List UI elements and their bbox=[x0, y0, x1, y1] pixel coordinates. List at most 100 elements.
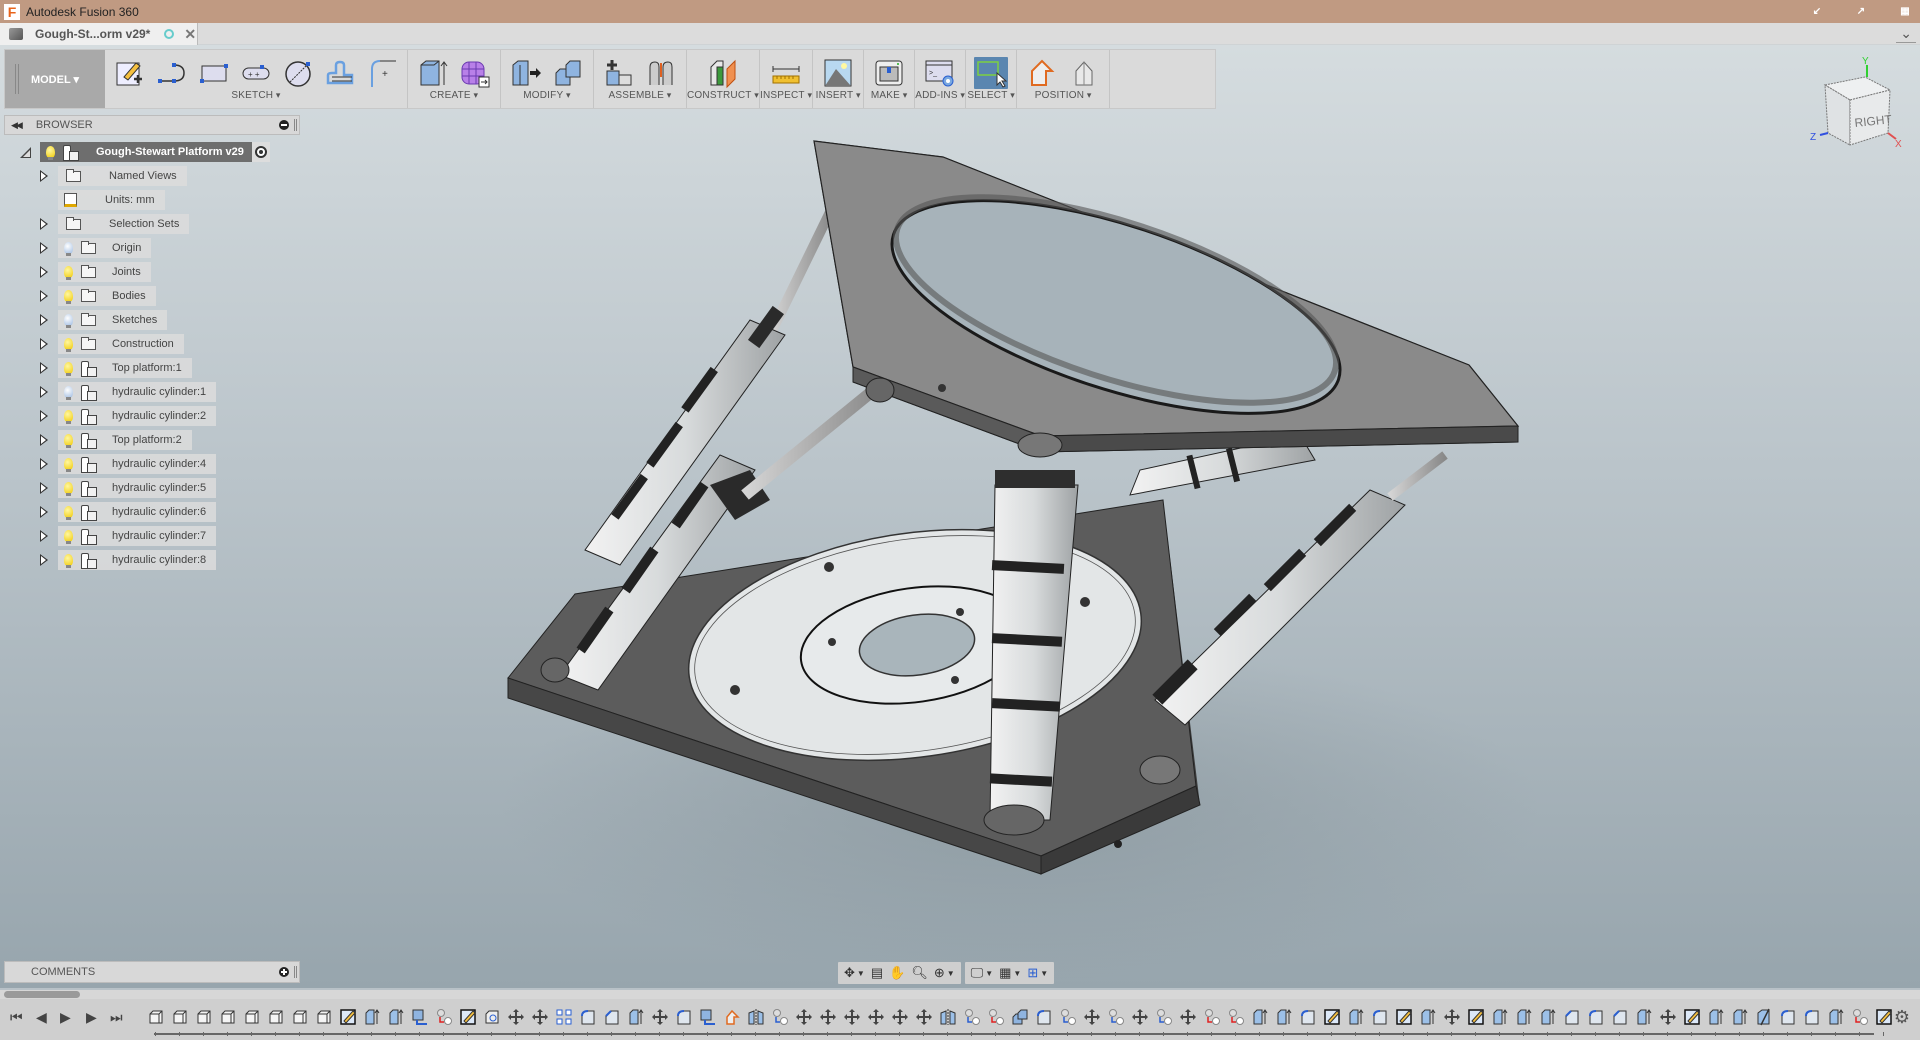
assemble-menu[interactable]: ASSEMBLE bbox=[609, 90, 672, 101]
extrude-icon[interactable] bbox=[416, 57, 450, 89]
timeline-feature-extrude[interactable] bbox=[1416, 1005, 1440, 1036]
browser-item-pill[interactable]: Construction bbox=[58, 334, 184, 354]
offset-plane-icon[interactable] bbox=[706, 57, 740, 89]
collapse-panel-icon[interactable]: ◀◀ bbox=[11, 120, 23, 131]
timeline-feature-move[interactable] bbox=[888, 1005, 912, 1036]
timeline-feature-insert[interactable] bbox=[696, 1005, 720, 1036]
fillet-sketch-icon[interactable]: + bbox=[365, 57, 399, 89]
browser-item[interactable]: hydraulic cylinder:4 bbox=[0, 454, 300, 474]
browser-item[interactable]: Sketches bbox=[0, 310, 300, 330]
timeline-feature-move[interactable] bbox=[792, 1005, 816, 1036]
combine-icon[interactable] bbox=[551, 57, 585, 89]
select-menu[interactable]: SELECT bbox=[967, 90, 1015, 101]
offset-icon[interactable] bbox=[323, 57, 357, 89]
expand-triangle-icon[interactable] bbox=[40, 242, 48, 254]
browser-item[interactable]: hydraulic cylinder:5 bbox=[0, 478, 300, 498]
timeline-feature-joint-blue[interactable] bbox=[1152, 1005, 1176, 1036]
timeline-feature-joint-red[interactable] bbox=[984, 1005, 1008, 1036]
timeline-feature-sketch[interactable] bbox=[1680, 1005, 1704, 1036]
inspect-menu[interactable]: INSPECT bbox=[760, 90, 812, 101]
orbit-icon[interactable]: ✥ ▼ bbox=[844, 965, 865, 981]
activate-component-icon[interactable] bbox=[252, 142, 270, 162]
modify-menu[interactable]: MODIFY bbox=[523, 90, 571, 101]
timeline-feature-fillet[interactable] bbox=[1032, 1005, 1056, 1036]
visibility-bulb-icon[interactable] bbox=[64, 458, 73, 472]
close-tab-icon[interactable]: ✕ bbox=[184, 26, 196, 43]
maximize-icon[interactable]: ↗ bbox=[1854, 6, 1868, 17]
press-pull-icon[interactable] bbox=[509, 57, 543, 89]
timeline-feature-chamfer[interactable] bbox=[1608, 1005, 1632, 1036]
expand-triangle-icon[interactable] bbox=[40, 170, 48, 182]
browser-pin-icon[interactable] bbox=[294, 119, 297, 131]
new-component-icon[interactable] bbox=[602, 57, 636, 89]
timeline-feature-sketch[interactable] bbox=[1872, 1005, 1896, 1036]
timeline-feature-move[interactable] bbox=[840, 1005, 864, 1036]
timeline-feature-joint-red[interactable] bbox=[1848, 1005, 1872, 1036]
visibility-bulb-icon[interactable] bbox=[64, 338, 73, 352]
joint-icon[interactable] bbox=[644, 57, 678, 89]
browser-item[interactable]: hydraulic cylinder:6 bbox=[0, 502, 300, 522]
expand-triangle-icon[interactable] bbox=[40, 218, 48, 230]
timeline-feature-fillet[interactable] bbox=[1584, 1005, 1608, 1036]
timeline-feature-mirror[interactable] bbox=[744, 1005, 768, 1036]
grid-settings-icon[interactable]: ▦ ▼ bbox=[999, 965, 1021, 981]
timeline-feature-extrude[interactable] bbox=[1728, 1005, 1752, 1036]
comments-pin-icon[interactable] bbox=[294, 966, 297, 978]
construct-menu[interactable]: CONSTRUCT bbox=[687, 90, 759, 101]
timeline-feature-component[interactable] bbox=[312, 1005, 336, 1036]
timeline-feature-move[interactable] bbox=[1440, 1005, 1464, 1036]
expand-triangle-icon[interactable] bbox=[40, 554, 48, 566]
timeline-feature-base-feature[interactable] bbox=[480, 1005, 504, 1036]
timeline-feature-joint-blue[interactable] bbox=[1104, 1005, 1128, 1036]
timeline-feature-fillet[interactable] bbox=[1296, 1005, 1320, 1036]
addins-menu[interactable]: ADD-INS bbox=[915, 90, 965, 101]
slot-icon[interactable]: + + bbox=[239, 57, 273, 89]
timeline-feature-chamfer[interactable] bbox=[600, 1005, 624, 1036]
play-button[interactable]: ▶ bbox=[60, 1009, 71, 1026]
timeline-feature-extrude[interactable] bbox=[360, 1005, 384, 1036]
browser-item-pill[interactable]: Units: mm bbox=[58, 190, 165, 210]
restore-icon[interactable]: ↙ bbox=[1810, 6, 1824, 17]
root-pill[interactable]: Gough-Stewart Platform v29 bbox=[40, 142, 252, 162]
visibility-bulb-icon[interactable] bbox=[46, 146, 55, 160]
look-at-icon[interactable]: ▤ bbox=[871, 965, 883, 981]
visibility-bulb-icon[interactable] bbox=[64, 386, 73, 400]
browser-item-pill[interactable]: Top platform:1 bbox=[58, 358, 192, 378]
scripts-addins-icon[interactable]: >_ bbox=[923, 57, 957, 89]
timeline-feature-joint-blue[interactable] bbox=[1056, 1005, 1080, 1036]
timeline-feature-move[interactable] bbox=[1176, 1005, 1200, 1036]
timeline-feature-extrude[interactable] bbox=[1344, 1005, 1368, 1036]
browser-minimize-icon[interactable] bbox=[279, 120, 289, 130]
visibility-bulb-icon[interactable] bbox=[64, 242, 73, 256]
timeline-feature-component[interactable] bbox=[240, 1005, 264, 1036]
timeline-feature-component[interactable] bbox=[216, 1005, 240, 1036]
expand-triangle-icon[interactable] bbox=[40, 314, 48, 326]
timeline-feature-move[interactable] bbox=[528, 1005, 552, 1036]
go-to-start-button[interactable]: ⏮︎ bbox=[10, 1009, 23, 1026]
timeline-feature-move[interactable] bbox=[816, 1005, 840, 1036]
timeline-feature-chamfer[interactable] bbox=[1560, 1005, 1584, 1036]
browser-item[interactable]: Bodies bbox=[0, 286, 300, 306]
browser-scrollbar[interactable] bbox=[0, 990, 1920, 999]
browser-item-pill[interactable]: Selection Sets bbox=[58, 214, 190, 234]
timeline-feature-fillet[interactable] bbox=[1776, 1005, 1800, 1036]
timeline-feature-sketch[interactable] bbox=[1464, 1005, 1488, 1036]
timeline-feature-component[interactable] bbox=[264, 1005, 288, 1036]
timeline-feature-pattern[interactable] bbox=[552, 1005, 576, 1036]
timeline-feature-extrude[interactable] bbox=[1536, 1005, 1560, 1036]
timeline-feature-extrude[interactable] bbox=[1632, 1005, 1656, 1036]
browser-item-pill[interactable]: Origin bbox=[58, 238, 152, 258]
timeline-feature-move[interactable] bbox=[864, 1005, 888, 1036]
browser-item[interactable]: Selection Sets bbox=[0, 214, 300, 234]
fit-icon[interactable]: ⊕ ▼ bbox=[934, 965, 955, 981]
timeline-feature-sketch[interactable] bbox=[1320, 1005, 1344, 1036]
browser-item-pill[interactable]: hydraulic cylinder:8 bbox=[58, 550, 217, 570]
circle-icon[interactable] bbox=[281, 57, 315, 89]
zoom-icon[interactable]: 🔍︎ bbox=[911, 965, 928, 981]
browser-item[interactable]: hydraulic cylinder:8 bbox=[0, 550, 300, 570]
browser-item-pill[interactable]: hydraulic cylinder:1 bbox=[58, 382, 217, 402]
timeline-feature-insert[interactable] bbox=[408, 1005, 432, 1036]
browser-item[interactable]: Units: mm bbox=[0, 190, 300, 210]
create-sketch-icon[interactable] bbox=[113, 57, 147, 89]
expand-triangle-icon[interactable] bbox=[40, 482, 48, 494]
